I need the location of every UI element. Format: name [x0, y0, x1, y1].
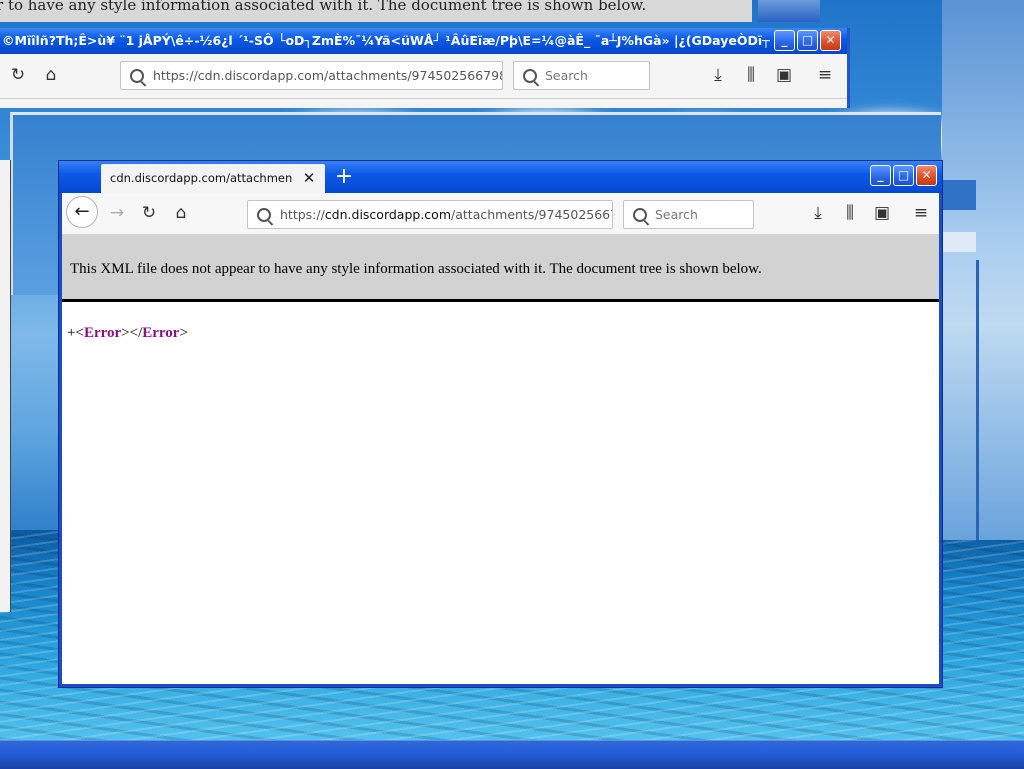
- url-bar[interactable]: https://cdn.discordapp.com/attachments/9…: [247, 200, 613, 229]
- close-button[interactable]: ✕: [916, 165, 937, 186]
- background-browser-window[interactable]: ©Mïîlñ?Th;Ê>ù¥ ¨1 jÅPÝ\ê÷-½6¿l ´¹-SÔ └oD…: [0, 28, 850, 108]
- background-search-icon: [523, 69, 537, 83]
- library-icon[interactable]: ⫼: [837, 203, 863, 225]
- search-icon: [633, 208, 647, 222]
- glitch-artifact-right: [942, 0, 1024, 540]
- background-url-bar[interactable]: https://cdn.discordapp.com/attachments/9…: [120, 61, 503, 90]
- background-search-bar[interactable]: Search: [513, 61, 650, 90]
- background-close-button[interactable]: ✕: [820, 30, 841, 51]
- background-minimize-button[interactable]: _: [774, 30, 795, 51]
- search-placeholder: Search: [655, 207, 698, 222]
- background-url-text: https://cdn.discordapp.com/attachments/9…: [153, 68, 503, 83]
- background-url-search-icon: [130, 69, 144, 83]
- navigation-toolbar: ← → ↻ ⌂ https://cdn.discordapp.com/attac…: [62, 193, 939, 235]
- tree-tag-close: Error: [142, 325, 180, 341]
- url-host: cdn.discordapp.com: [324, 207, 452, 222]
- background-window-title: ©Mïîlñ?Th;Ê>ù¥ ¨1 jÅPÝ\ê÷-½6¿l ´¹-SÔ └oD…: [2, 33, 770, 48]
- taskbar[interactable]: [0, 740, 1024, 769]
- sidebar-icon[interactable]: ▣: [869, 203, 895, 225]
- background-reload-icon[interactable]: ↻: [5, 65, 31, 87]
- url-path: /attachments/9745025667989: [451, 207, 612, 222]
- ghost-xml-notice-text: r to have any style information associat…: [0, 0, 647, 14]
- ghost-titlebar-fragment: [758, 0, 820, 22]
- background-search-placeholder: Search: [545, 68, 588, 83]
- reload-button[interactable]: ↻: [136, 203, 162, 225]
- url-search-icon: [257, 208, 271, 222]
- background-menu-icon[interactable]: ≡: [812, 65, 838, 87]
- menu-icon[interactable]: ≡: [908, 203, 934, 225]
- background-window-toolbar: ↻ ⌂ https://cdn.discordapp.com/attachmen…: [0, 54, 847, 99]
- url-prefix: https://: [280, 207, 325, 222]
- tree-close-bracket: >: [179, 325, 188, 341]
- background-library-icon[interactable]: ⫼: [738, 65, 764, 87]
- tab-active[interactable]: cdn.discordapp.com/attachments/974502566…: [101, 164, 325, 193]
- minimize-button[interactable]: _: [870, 165, 891, 186]
- xml-style-notice: This XML file does not appear to have an…: [62, 234, 939, 302]
- download-icon[interactable]: ⤓: [805, 203, 831, 225]
- window-titlebar[interactable]: cdn.discordapp.com/attachments/974502566…: [59, 161, 942, 193]
- home-button[interactable]: ⌂: [168, 203, 194, 225]
- back-button[interactable]: ←: [66, 196, 98, 228]
- background-download-icon[interactable]: ⤓: [705, 65, 731, 87]
- background-sidebar-icon[interactable]: ▣: [771, 65, 797, 87]
- background-window-titlebar[interactable]: ©Mïîlñ?Th;Ê>ù¥ ¨1 jÅPÝ\ê÷-½6¿l ´¹-SÔ └oD…: [0, 28, 847, 54]
- xml-document-tree: +<Error></Error>: [67, 325, 188, 342]
- background-home-icon[interactable]: ⌂: [38, 65, 64, 87]
- search-bar[interactable]: Search: [623, 200, 754, 229]
- browser-window[interactable]: cdn.discordapp.com/attachments/974502566…: [59, 161, 942, 687]
- glitch-window-edge: [0, 160, 11, 612]
- ghost-xml-notice-strip: r to have any style information associat…: [0, 0, 752, 22]
- tab-close-icon[interactable]: ✕: [299, 164, 319, 193]
- forward-button[interactable]: →: [104, 203, 130, 225]
- new-tab-button[interactable]: +: [331, 164, 357, 190]
- background-maximize-button[interactable]: □: [797, 30, 818, 51]
- tab-title: cdn.discordapp.com/attachments/974502566…: [110, 171, 292, 185]
- maximize-button[interactable]: □: [893, 165, 914, 186]
- tree-open-bracket: <: [75, 325, 84, 341]
- tree-mid: ></: [121, 325, 143, 341]
- tree-tag-open: Error: [83, 325, 122, 341]
- page-content: This XML file does not appear to have an…: [62, 234, 939, 684]
